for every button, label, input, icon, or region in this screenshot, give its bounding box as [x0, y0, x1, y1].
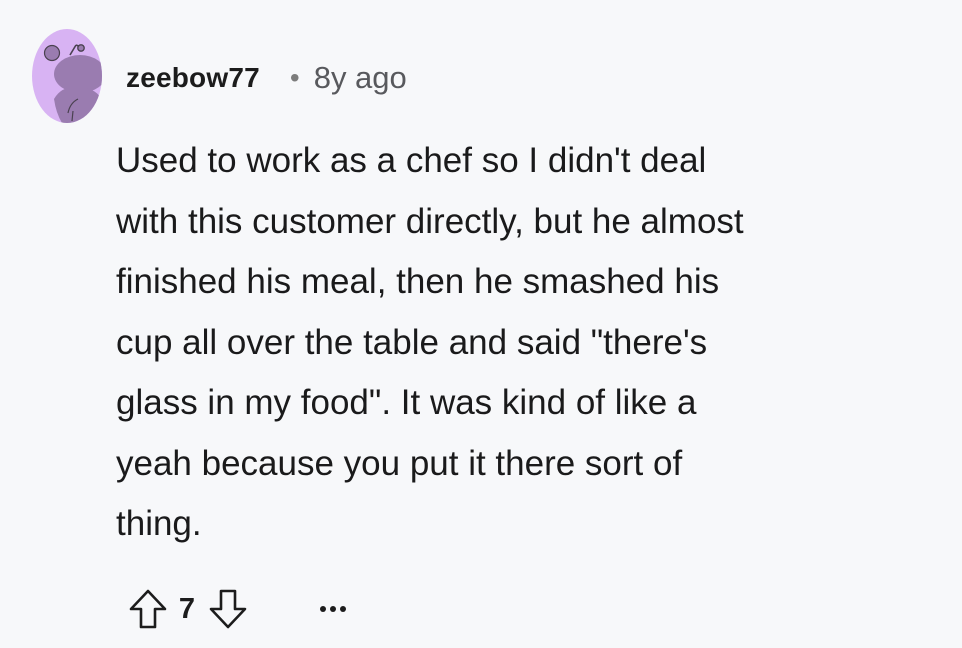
more-options-icon [320, 606, 326, 612]
more-options-icon [340, 606, 346, 612]
downvote-arrow-icon [209, 589, 247, 629]
comment-body: Used to work as a chef so I didn't deal … [116, 141, 744, 543]
vote-score: 7 [178, 592, 196, 625]
avatar[interactable] [32, 29, 102, 123]
more-options-button[interactable] [318, 600, 348, 618]
downvote-button[interactable] [206, 587, 250, 631]
more-options-icon [330, 606, 336, 612]
snoo-avatar-icon [43, 44, 102, 123]
comment-timestamp[interactable]: 8y ago [314, 60, 407, 96]
upvote-arrow-icon [129, 589, 167, 629]
comment-header: zeebow77 • 8y ago [126, 56, 407, 100]
upvote-button[interactable] [126, 587, 170, 631]
username-link[interactable]: zeebow77 [126, 62, 260, 94]
meta-separator: • [289, 62, 300, 93]
comment-actions: 7 [126, 586, 348, 632]
